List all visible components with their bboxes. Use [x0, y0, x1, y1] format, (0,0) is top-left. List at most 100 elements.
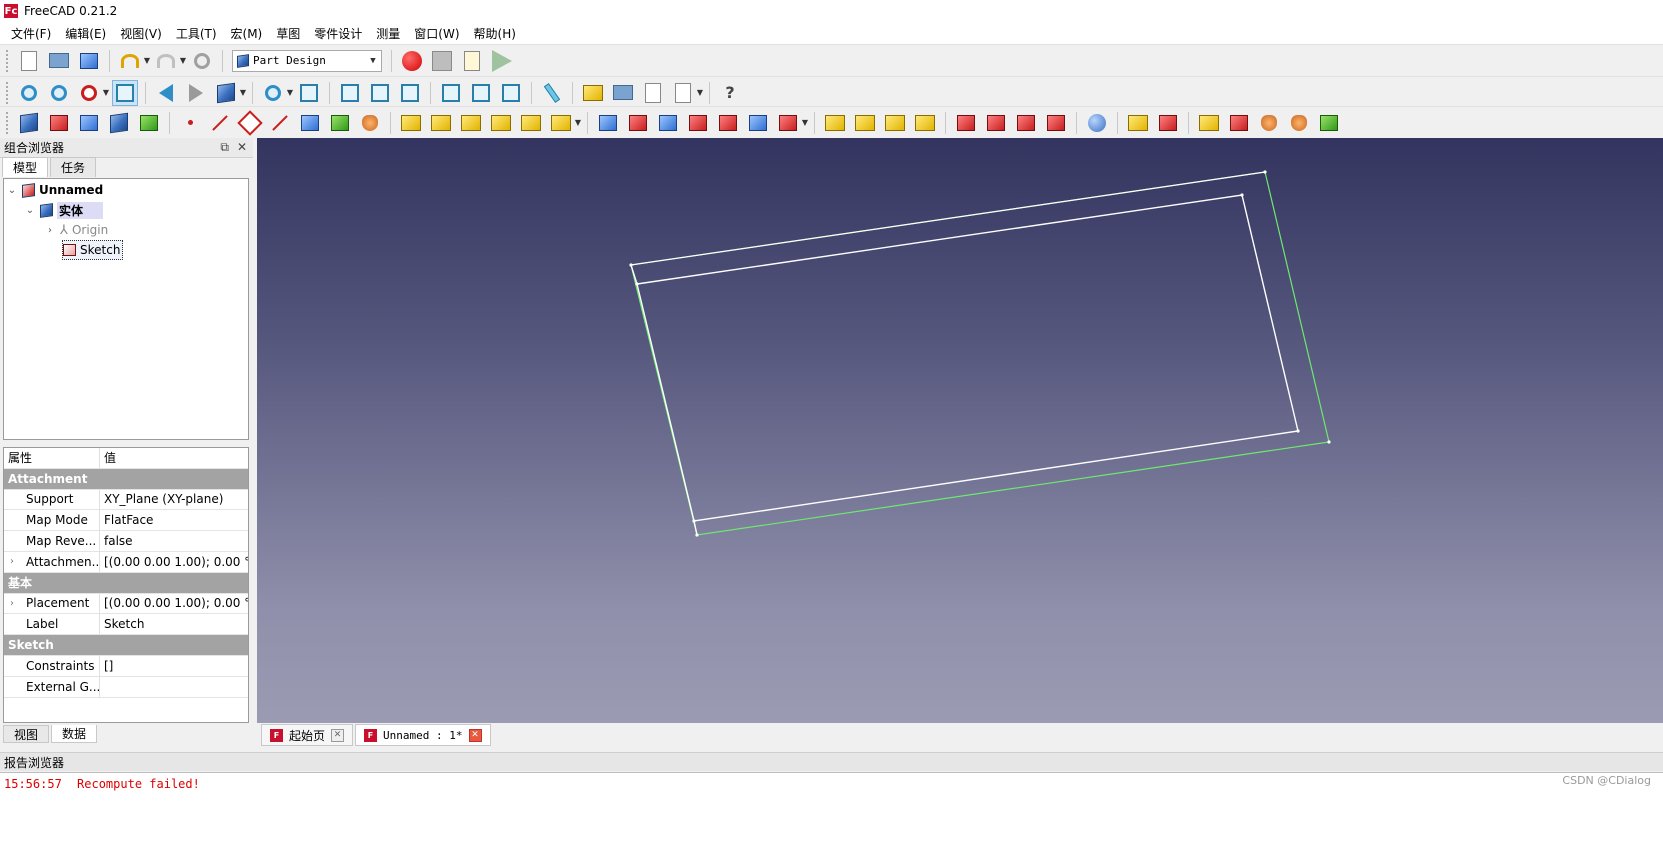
toolbar-grip[interactable] [6, 81, 10, 104]
property-group-sketch[interactable]: Sketch [4, 635, 248, 656]
sketch-vertex[interactable] [635, 282, 639, 286]
property-row[interactable]: Constraints [] [4, 655, 248, 677]
hole-button[interactable] [625, 110, 651, 136]
datum-point-button[interactable] [177, 110, 203, 136]
close-icon[interactable]: ✕ [237, 140, 247, 155]
back-button[interactable] [153, 80, 179, 106]
property-value[interactable]: [(0.00 0.00 1.00); 0.00 °;... [100, 596, 248, 610]
float-panel-icon[interactable]: ⧉ [220, 140, 229, 155]
shape-binder-button[interactable] [106, 110, 132, 136]
left-view-button[interactable] [498, 80, 524, 106]
link-dropdown-arrow[interactable]: ▼ [239, 80, 247, 106]
property-row[interactable]: External G... [4, 676, 248, 698]
whats-this-button[interactable]: ? [717, 80, 743, 106]
validate-sketch-button[interactable] [76, 110, 102, 136]
close-icon[interactable]: ✕ [331, 728, 345, 742]
tab-start-page[interactable]: F 起始页 ✕ [261, 724, 354, 746]
open-button[interactable] [46, 48, 72, 74]
top-view-button[interactable] [367, 80, 393, 106]
sketch-connector-left[interactable] [630, 264, 638, 285]
front-view-button[interactable] [337, 80, 363, 106]
sketch-outer-profile[interactable] [630, 171, 1330, 536]
draft-button[interactable] [1013, 110, 1039, 136]
polar-pattern-button[interactable] [882, 110, 908, 136]
pad-button[interactable] [398, 110, 424, 136]
3d-viewport[interactable] [257, 138, 1663, 723]
sketch-vertex[interactable] [692, 519, 696, 523]
sketch-vertex[interactable] [1263, 170, 1267, 174]
sketch-outer-top-edge[interactable] [630, 171, 1266, 266]
measure-clear-button[interactable] [1226, 110, 1252, 136]
report-view[interactable]: 15:56:57 Recompute failed! [0, 772, 1663, 844]
datum-line-button[interactable] [207, 110, 233, 136]
sketch-connector-bottom[interactable] [693, 520, 698, 536]
property-group-base[interactable]: 基本 [4, 572, 248, 594]
menu-edit[interactable]: 编辑(E) [58, 25, 113, 42]
macro-stop-button[interactable] [429, 48, 455, 74]
tab-unnamed[interactable]: F Unnamed : 1* ✕ [355, 724, 491, 746]
property-value[interactable]: [] [100, 659, 248, 673]
property-row[interactable]: Label Sketch [4, 614, 248, 636]
menu-view[interactable]: 视图(V) [113, 25, 169, 42]
close-icon[interactable]: ✕ [468, 728, 482, 742]
link-actions-button[interactable] [670, 80, 696, 106]
redo-button[interactable] [153, 48, 179, 74]
chevron-down-icon[interactable]: ⌄ [6, 185, 18, 196]
workbench-selector[interactable]: Part Design ▼ [232, 49, 382, 72]
chevron-down-icon[interactable]: ⌄ [24, 205, 36, 216]
property-value[interactable]: Sketch [100, 617, 248, 631]
bottom-view-button[interactable] [468, 80, 494, 106]
redo-dropdown-arrow[interactable]: ▼ [179, 48, 187, 74]
property-row[interactable]: Map Reve... false [4, 531, 248, 552]
sketch-vertex[interactable] [1240, 193, 1244, 197]
menu-macro[interactable]: 宏(M) [224, 25, 270, 42]
tree-item-body[interactable]: ⌄ 实体 [24, 200, 104, 220]
tab-model[interactable]: 模型 [2, 157, 49, 177]
tab-tasks[interactable]: 任务 [50, 157, 97, 177]
measure-linear-button[interactable] [1125, 110, 1151, 136]
chamfer-button[interactable] [983, 110, 1009, 136]
forward-button[interactable] [183, 80, 209, 106]
property-row[interactable]: › Attachmen... [(0.00 0.00 1.00); 0.00 °;… [4, 551, 248, 573]
make-link-button[interactable] [640, 80, 666, 106]
additive-loft-button[interactable] [458, 110, 484, 136]
subtractive-helix-button[interactable] [745, 110, 771, 136]
toolbar-grip[interactable] [6, 111, 10, 134]
tab-view[interactable]: 视图 [3, 725, 50, 743]
subtractive-primitive-button[interactable] [775, 110, 801, 136]
draw-style-dropdown-arrow[interactable]: ▼ [102, 80, 110, 106]
subtractive-loft-button[interactable] [685, 110, 711, 136]
property-group-attachment[interactable]: Attachment [4, 468, 248, 490]
multi-transform-button[interactable] [912, 110, 938, 136]
macro-execute-button[interactable] [489, 48, 515, 74]
zoom-button[interactable] [260, 80, 286, 106]
menu-help[interactable]: 帮助(H) [467, 25, 523, 42]
link-navigation-button[interactable] [213, 80, 239, 106]
revolution-button[interactable] [428, 110, 454, 136]
tree-item-document[interactable]: ⌄ Unnamed [6, 180, 103, 200]
property-value[interactable]: XY_Plane (XY-plane) [100, 492, 248, 506]
right-view-button[interactable] [397, 80, 423, 106]
macro-record-button[interactable] [399, 48, 425, 74]
tree-item-origin[interactable]: › ⅄ Origin [44, 220, 108, 240]
bounding-box-button[interactable] [112, 79, 138, 106]
chevron-right-icon[interactable]: › [10, 598, 14, 609]
refresh-button[interactable] [189, 48, 215, 74]
draw-style-button[interactable] [76, 80, 102, 106]
local-cs-button[interactable] [267, 110, 293, 136]
additive-pipe-button[interactable] [488, 110, 514, 136]
chevron-right-icon[interactable]: › [44, 225, 56, 236]
save-button[interactable] [76, 48, 102, 74]
macro-edit-button[interactable] [459, 48, 485, 74]
menu-sketch[interactable]: 草图 [269, 25, 307, 42]
linear-pattern-button[interactable] [852, 110, 878, 136]
boolean-button[interactable] [1084, 110, 1110, 136]
menu-tools[interactable]: 工具(T) [169, 25, 224, 42]
check-geometry-button[interactable] [136, 110, 162, 136]
chevron-right-icon[interactable]: › [10, 556, 14, 567]
create-group-button[interactable] [610, 80, 636, 106]
pocket-button[interactable] [595, 110, 621, 136]
subtractive-pipe-button[interactable] [715, 110, 741, 136]
create-sketch-button[interactable] [46, 110, 72, 136]
menu-part-design[interactable]: 零件设计 [307, 25, 369, 42]
